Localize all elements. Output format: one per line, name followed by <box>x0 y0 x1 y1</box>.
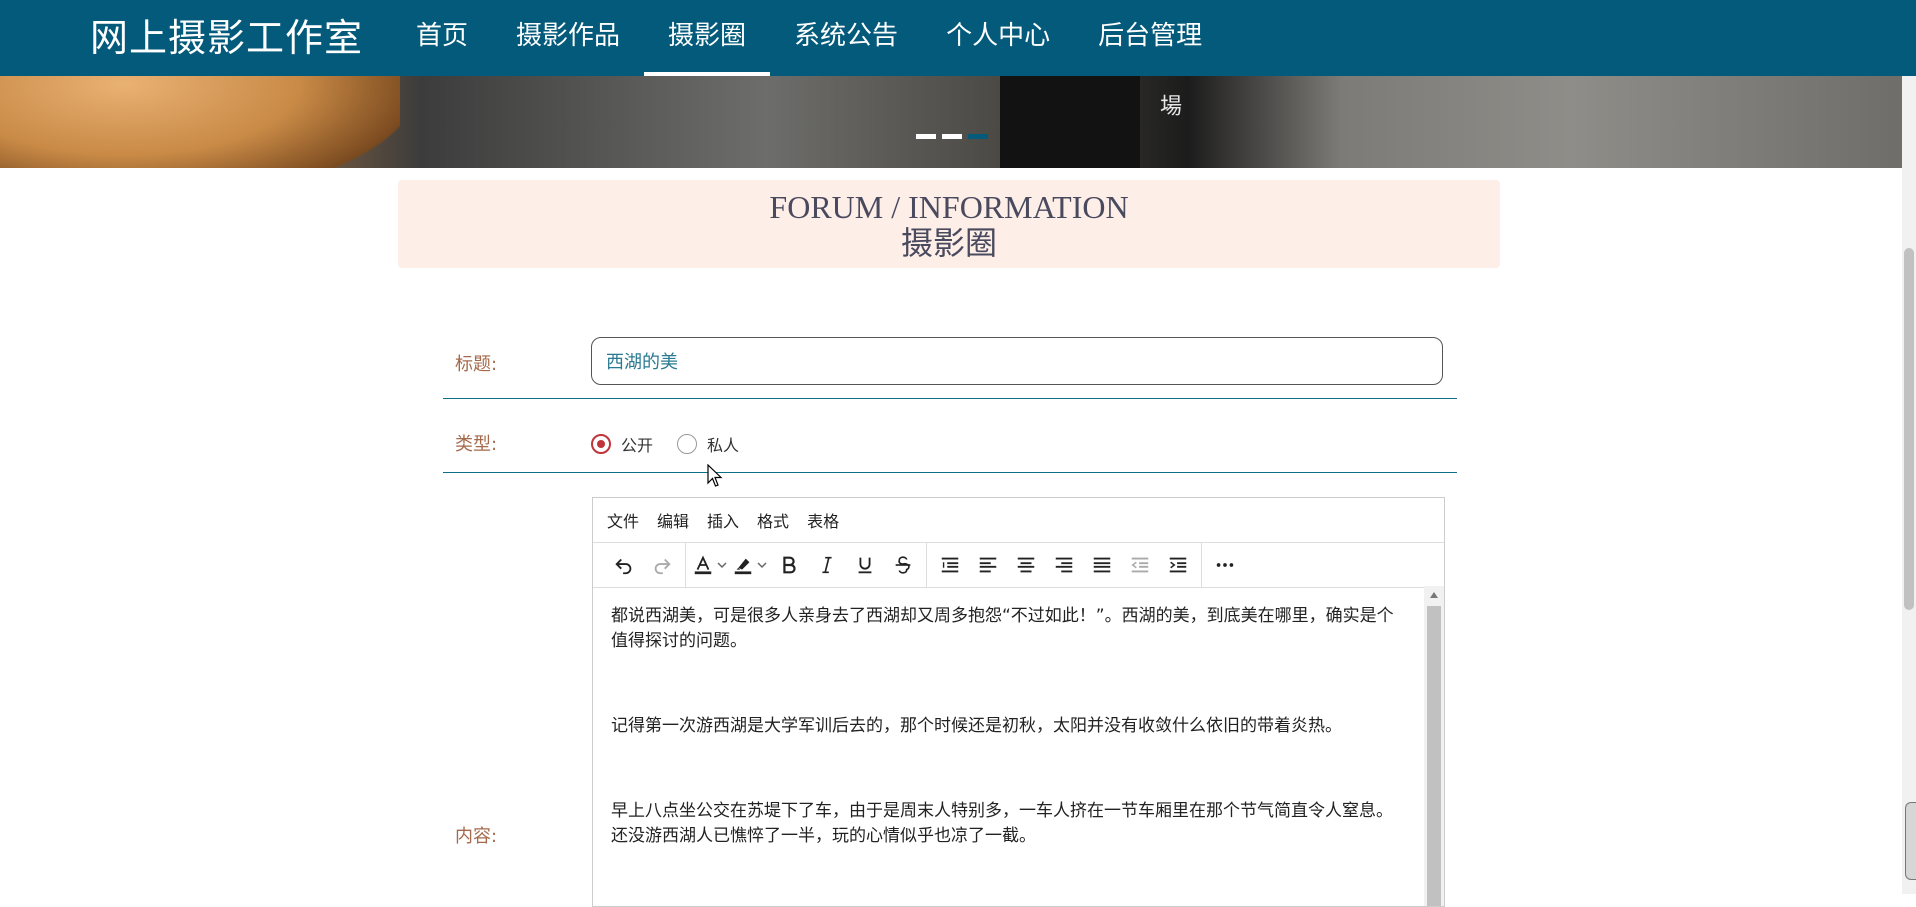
editor-scrollbar[interactable] <box>1424 586 1444 906</box>
underline-icon <box>858 557 872 574</box>
nav-item-works[interactable]: 摄影作品 <box>492 0 644 76</box>
outdent-button[interactable] <box>1121 548 1159 582</box>
align-center-icon <box>1017 557 1035 573</box>
carousel-indicators <box>916 134 988 139</box>
radio-public-label: 公开 <box>621 436 654 455</box>
bold-icon <box>783 556 796 574</box>
align-left-button[interactable] <box>969 548 1007 582</box>
content-label: 内容: <box>455 826 498 847</box>
align-left-icon <box>979 557 997 573</box>
section-title-en: FORUM / INFORMATION <box>769 189 1129 225</box>
menu-table[interactable]: 表格 <box>807 508 839 532</box>
site-brand[interactable]: 网上摄影工作室 <box>90 14 363 62</box>
page-scroll-thumb[interactable] <box>1904 248 1914 610</box>
mouse-cursor-icon <box>707 464 723 487</box>
banner-boat-image <box>0 76 400 168</box>
more-icon <box>1216 563 1234 567</box>
undo-button[interactable] <box>605 548 643 582</box>
form-row-type: 类型: 公开 私人 <box>443 410 1457 473</box>
editor-toolbar <box>593 542 1444 588</box>
nav-item-announcements[interactable]: 系统公告 <box>770 0 922 76</box>
radio-public-indicator[interactable] <box>591 434 611 454</box>
banner-carousel: 場 <box>0 76 1916 168</box>
line-height-button[interactable] <box>931 548 969 582</box>
menu-insert[interactable]: 插入 <box>707 508 739 532</box>
underline-button[interactable] <box>846 548 884 582</box>
banner-overlay-text: 場 <box>1156 94 1181 116</box>
indent-icon <box>1169 557 1187 573</box>
align-justify-button[interactable] <box>1083 548 1121 582</box>
menu-format[interactable]: 格式 <box>757 508 789 532</box>
italic-icon <box>822 556 832 574</box>
radio-private-label: 私人 <box>707 436 740 455</box>
editor-paragraph: 都说西湖美，可是很多人亲身去了西湖却又周多抱怨“不过如此！”。西湖的美，到底美在… <box>611 606 1394 651</box>
nav-item-home[interactable]: 首页 <box>392 0 492 76</box>
form-row-title: 标题: <box>443 330 1457 399</box>
undo-icon <box>615 558 632 575</box>
text-color-icon <box>694 555 712 575</box>
editor-paragraph: 早上八点坐公交在苏堤下了车，由于是周末人特别多，一车人挤在一节车厢里在那个节气简… <box>611 801 1393 846</box>
title-label: 标题: <box>455 354 498 375</box>
outdent-icon <box>1131 557 1149 573</box>
align-right-button[interactable] <box>1045 548 1083 582</box>
highlight-icon <box>734 558 752 575</box>
align-center-button[interactable] <box>1007 548 1045 582</box>
editor-content[interactable]: 都说西湖美，可是很多人亲身去了西湖却又周多抱怨“不过如此！”。西湖的美，到底美在… <box>593 586 1424 906</box>
banner-pillar-image <box>1000 76 1140 168</box>
chevron-down-icon <box>757 562 767 569</box>
nav-menu: 首页 摄影作品 摄影圈 系统公告 个人中心 后台管理 <box>392 0 1226 76</box>
type-radio-group: 公开 私人 <box>591 432 763 456</box>
radio-public[interactable]: 公开 <box>591 432 653 456</box>
text-color-button[interactable] <box>690 548 716 582</box>
text-color-dropdown[interactable] <box>716 548 730 582</box>
radio-private[interactable]: 私人 <box>677 432 739 456</box>
redo-icon <box>654 558 671 575</box>
triangle-up-icon <box>1430 592 1438 598</box>
carousel-dot[interactable] <box>916 134 936 139</box>
toolbar-group-format <box>686 543 927 587</box>
carousel-dot[interactable] <box>942 134 962 139</box>
editor-menubar: 文件 编辑 插入 格式 表格 <box>593 498 1444 542</box>
page-scrollbar[interactable] <box>1902 0 1916 894</box>
line-height-icon <box>941 557 959 573</box>
redo-button[interactable] <box>643 548 681 582</box>
strikethrough-icon <box>895 556 911 574</box>
toolbar-group-alignment <box>927 543 1202 587</box>
highlight-dropdown[interactable] <box>756 548 770 582</box>
nav-item-forum[interactable]: 摄影圈 <box>644 0 771 76</box>
editor-scroll-thumb[interactable] <box>1427 606 1441 906</box>
menu-edit[interactable]: 编辑 <box>657 508 689 532</box>
align-right-icon <box>1055 557 1073 573</box>
type-label: 类型: <box>455 434 498 455</box>
chevron-down-icon <box>717 562 727 569</box>
italic-button[interactable] <box>808 548 846 582</box>
radio-private-indicator[interactable] <box>677 434 698 454</box>
rich-text-editor: 文件 编辑 插入 格式 表格 都说西湖美，可是很多人亲身去了西湖却又周多抱怨“不… <box>592 497 1445 907</box>
bold-button[interactable] <box>770 548 808 582</box>
section-title-cn: 摄影圈 <box>900 225 997 261</box>
strikethrough-button[interactable] <box>884 548 922 582</box>
scroll-up-button[interactable] <box>1424 586 1444 604</box>
toolbar-group-more <box>1202 543 1248 587</box>
toolbar-group-history <box>601 543 686 587</box>
indent-button[interactable] <box>1159 548 1197 582</box>
top-navbar: 网上摄影工作室 首页 摄影作品 摄影圈 系统公告 个人中心 后台管理 <box>0 0 1916 76</box>
editor-paragraph: 记得第一次游西湖是大学军训后去的，那个时候还是初秋，太阳并没有收敛什么依旧的带着… <box>611 716 1342 736</box>
align-justify-icon <box>1093 557 1111 573</box>
section-header: FORUM / INFORMATION 摄影圈 <box>398 180 1500 268</box>
nav-item-profile[interactable]: 个人中心 <box>922 0 1074 76</box>
menu-file[interactable]: 文件 <box>607 508 639 532</box>
carousel-dot-active[interactable] <box>968 134 988 139</box>
more-button[interactable] <box>1206 548 1244 582</box>
title-input[interactable] <box>591 337 1443 385</box>
nav-item-admin[interactable]: 后台管理 <box>1074 0 1226 76</box>
side-float-widget[interactable] <box>1905 802 1916 880</box>
highlight-button[interactable] <box>730 548 756 582</box>
